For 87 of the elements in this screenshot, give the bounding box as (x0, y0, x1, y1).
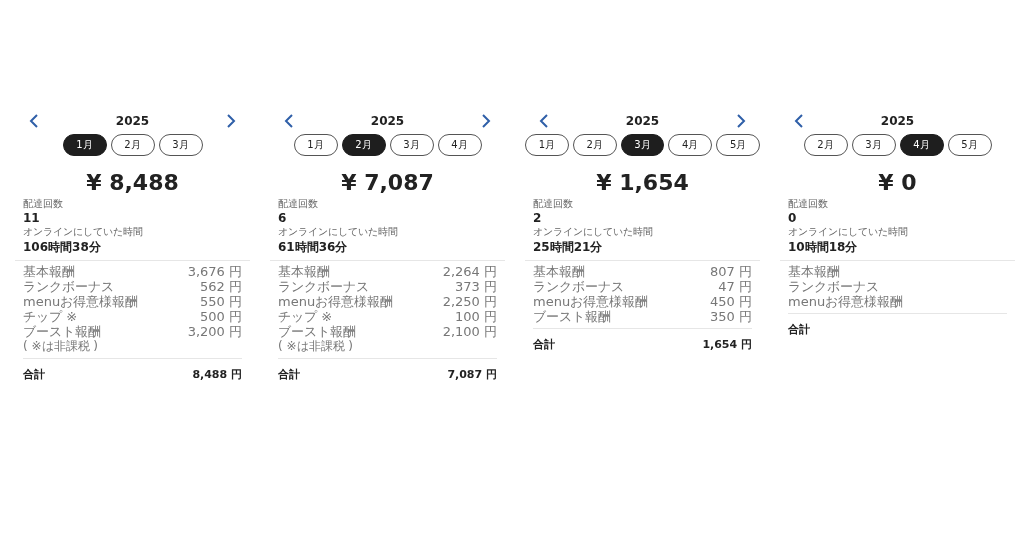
online-time-label: オンラインにしていた時間 (788, 225, 908, 239)
breakdown-value: 562 円 (200, 279, 242, 294)
chevron-right-icon[interactable] (481, 114, 491, 128)
breakdown-label: 基本報酬 (533, 264, 585, 279)
delivery-count: 6 (278, 211, 287, 225)
breakdown-label: ランクボーナス (788, 279, 879, 294)
delivery-count-label: 配達回数 (533, 197, 573, 211)
breakdown-value: 100 円 (455, 309, 497, 324)
tax-note: ( ※は非課税 ) (23, 339, 100, 354)
online-time: 25時間21分 (533, 239, 603, 256)
breakdown-label: ブースト報酬 (278, 324, 356, 339)
delivery-count-label: 配達回数 (788, 197, 828, 211)
total-label: 合計 (278, 367, 300, 382)
breakdown-label: menuお得意様報酬 (533, 294, 649, 309)
month-tab[interactable]: 1月 (293, 134, 338, 156)
year-label: 2025 (370, 114, 405, 128)
delivery-count-label: 配達回数 (23, 197, 63, 211)
breakdown-value: 2,264 円 (442, 264, 497, 279)
month-tab[interactable]: 1月 (525, 134, 569, 156)
month-tab[interactable]: 3月 (389, 134, 434, 156)
breakdown-label: チップ ※ (278, 309, 333, 324)
month-tab[interactable]: 1月 (62, 134, 107, 156)
year-label: 2025 (625, 114, 660, 128)
total-label: 合計 (533, 337, 555, 352)
month-tab[interactable]: 2月 (803, 134, 848, 156)
month-tab[interactable]: 4月 (437, 134, 482, 156)
breakdown-label: チップ ※ (23, 309, 78, 324)
year-label: 2025 (880, 114, 915, 128)
online-time: 106時間38分 (23, 239, 101, 256)
chevron-left-icon[interactable] (284, 114, 294, 128)
earnings-amount: ¥ 0 (877, 170, 918, 195)
total-value: 7,087 円 (447, 367, 497, 382)
breakdown-label: ブースト報酬 (23, 324, 101, 339)
breakdown-value: 2,100 円 (442, 324, 497, 339)
chevron-right-icon[interactable] (736, 114, 746, 128)
breakdown-value: 450 円 (710, 294, 752, 309)
month-tab[interactable]: 3月 (620, 134, 665, 156)
total-value: 1,654 円 (702, 337, 752, 352)
breakdown-value: 47 円 (718, 279, 752, 294)
breakdown-value: 807 円 (710, 264, 752, 279)
breakdown-value: 3,676 円 (187, 264, 242, 279)
breakdown-label: menuお得意様報酬 (278, 294, 394, 309)
delivery-count: 0 (788, 211, 797, 225)
earnings-amount: ¥ 7,087 (340, 170, 435, 195)
breakdown-value: 2,250 円 (442, 294, 497, 309)
chevron-left-icon[interactable] (539, 114, 549, 128)
online-time: 10時間18分 (788, 239, 858, 256)
chevron-left-icon[interactable] (794, 114, 804, 128)
month-tab[interactable]: 3月 (158, 134, 203, 156)
breakdown-value: 350 円 (710, 309, 752, 324)
month-tab[interactable]: 4月 (668, 134, 713, 156)
breakdown-value: 500 円 (200, 309, 242, 324)
breakdown-label: 基本報酬 (788, 264, 840, 279)
month-tab[interactable]: 3月 (851, 134, 896, 156)
month-tab[interactable]: 5月 (716, 134, 760, 156)
chevron-right-icon[interactable] (226, 114, 236, 128)
breakdown-value: 373 円 (455, 279, 497, 294)
tax-note: ( ※は非課税 ) (278, 339, 355, 354)
delivery-count-label: 配達回数 (278, 197, 318, 211)
online-time-label: オンラインにしていた時間 (278, 225, 398, 239)
breakdown-label: ランクボーナス (23, 279, 114, 294)
month-tab[interactable]: 2月 (341, 134, 386, 156)
year-label: 2025 (115, 114, 150, 128)
online-time-label: オンラインにしていた時間 (23, 225, 143, 239)
breakdown-label: 基本報酬 (23, 264, 75, 279)
delivery-count: 11 (23, 211, 40, 225)
breakdown-label: menuお得意様報酬 (23, 294, 139, 309)
delivery-count: 2 (533, 211, 542, 225)
breakdown-label: ランクボーナス (533, 279, 624, 294)
total-label: 合計 (788, 322, 810, 337)
earnings-amount: ¥ 8,488 (85, 170, 180, 195)
breakdown-label: ランクボーナス (278, 279, 369, 294)
breakdown-value: 550 円 (200, 294, 242, 309)
breakdown-label: ブースト報酬 (533, 309, 611, 324)
online-time-label: オンラインにしていた時間 (533, 225, 653, 239)
online-time: 61時間36分 (278, 239, 348, 256)
month-tab[interactable]: 4月 (899, 134, 944, 156)
total-value: 8,488 円 (192, 367, 242, 382)
month-tab[interactable]: 2月 (110, 134, 155, 156)
month-tab[interactable]: 2月 (572, 134, 617, 156)
chevron-left-icon[interactable] (29, 114, 39, 128)
breakdown-label: menuお得意様報酬 (788, 294, 904, 309)
earnings-amount: ¥ 1,654 (595, 170, 690, 195)
month-tab[interactable]: 5月 (947, 134, 992, 156)
breakdown-value: 3,200 円 (187, 324, 242, 339)
total-label: 合計 (23, 367, 45, 382)
breakdown-label: 基本報酬 (278, 264, 330, 279)
